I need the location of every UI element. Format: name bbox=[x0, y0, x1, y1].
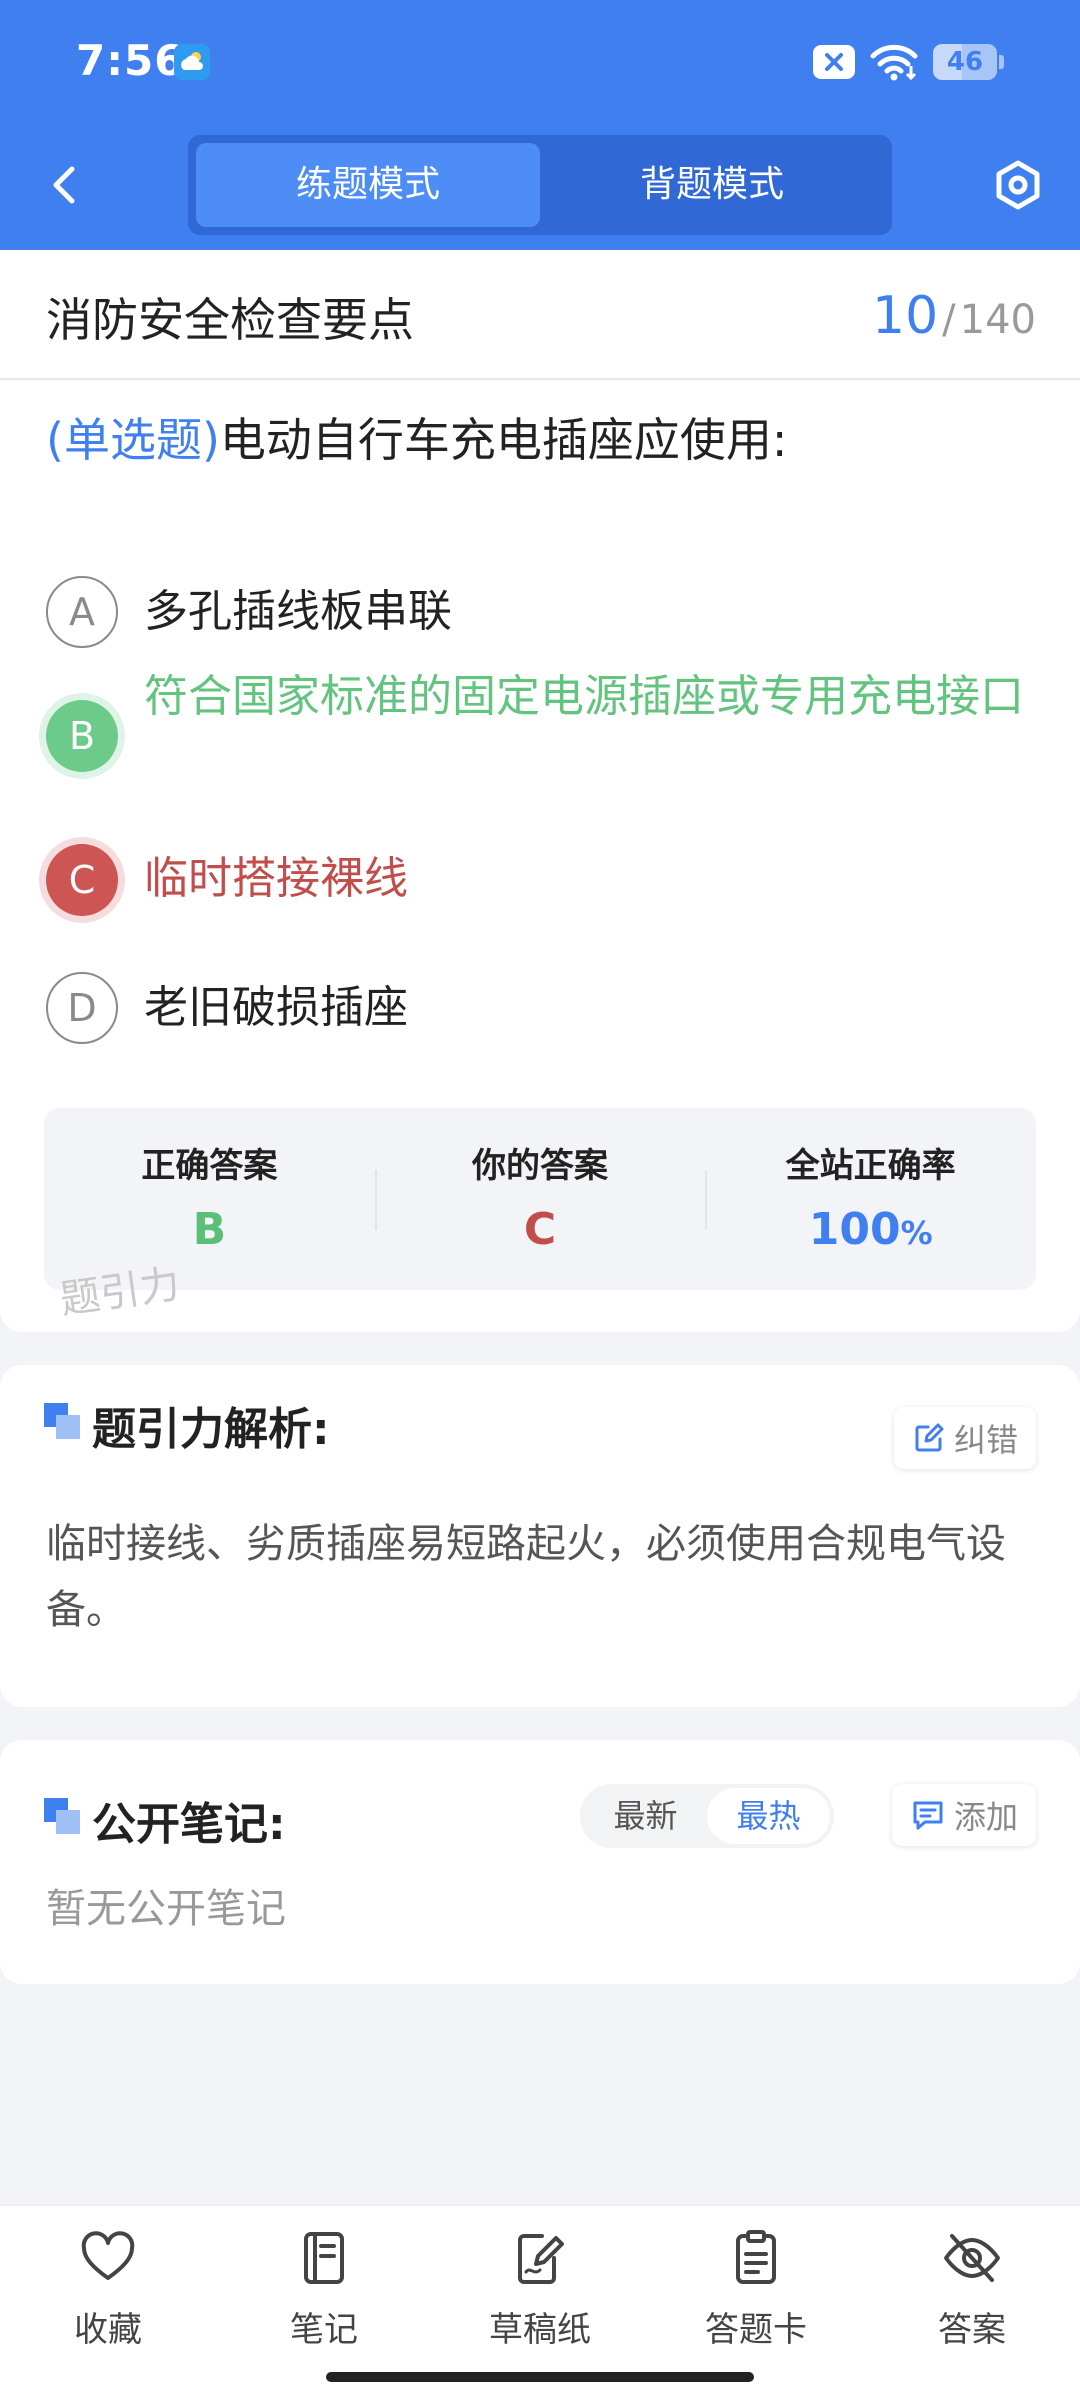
nav-answer-sheet[interactable]: 答题卡 bbox=[656, 2228, 856, 2351]
notes-sort-toggle: 最新 最热 bbox=[580, 1784, 834, 1848]
stat-label: 正确答案 bbox=[141, 1146, 278, 1186]
nav-label: 答案 bbox=[938, 2310, 1006, 2350]
close-notification-icon bbox=[813, 45, 855, 79]
nav-favorite[interactable]: 收藏 bbox=[8, 2228, 208, 2351]
public-notes-card: 公开笔记: 最新 最热 添加 暂无公开笔记 bbox=[0, 1740, 1080, 1984]
question-text: (单选题)电动自行车充电插座应使用: bbox=[46, 408, 1046, 472]
option-letter: C bbox=[46, 844, 118, 916]
add-note-button[interactable]: 添加 bbox=[891, 1784, 1036, 1846]
correct-answer-value: B bbox=[192, 1204, 227, 1255]
accuracy-value: 100% bbox=[705, 1204, 1036, 1255]
notebook-icon bbox=[304, 2232, 344, 2284]
stat-label: 全站正确率 bbox=[785, 1146, 956, 1186]
clipboard-icon bbox=[736, 2230, 776, 2284]
option-text: 多孔插线板串联 bbox=[144, 586, 452, 637]
heart-icon bbox=[81, 2231, 135, 2280]
nav-answer[interactable]: 答案 bbox=[872, 2228, 1072, 2351]
nav-label: 答题卡 bbox=[705, 2310, 807, 2350]
tab-memorize-mode[interactable]: 背题模式 bbox=[540, 143, 884, 227]
section-square-icon bbox=[44, 1403, 84, 1443]
add-note-label: 添加 bbox=[953, 1798, 1018, 1836]
accuracy-number: 100 bbox=[808, 1204, 901, 1255]
status-icons: 46 bbox=[813, 40, 1004, 84]
question-header: 消防安全检查要点 10/140 bbox=[0, 250, 1080, 380]
question-progress: 10/140 bbox=[872, 286, 1036, 346]
notes-title: 公开笔记: bbox=[92, 1799, 286, 1850]
analysis-title: 题引力解析: bbox=[92, 1404, 330, 1455]
battery-icon: 46 bbox=[933, 44, 997, 80]
progress-separator: / bbox=[942, 297, 956, 343]
edit-icon bbox=[915, 1423, 944, 1452]
stat-your-answer: 你的答案 C bbox=[374, 1108, 706, 1290]
tab-practice-mode[interactable]: 练题模式 bbox=[196, 143, 540, 227]
weather-icon bbox=[174, 44, 210, 80]
analysis-text: 临时接线、劣质插座易短路起火，必须使用合规电气设备。 bbox=[46, 1521, 1006, 1633]
question-card: 消防安全检查要点 10/140 (单选题)电动自行车充电插座应使用: A 多孔插… bbox=[0, 250, 1080, 1332]
answer-stats: 正确答案 B 你的答案 C 全站正确率 100% bbox=[44, 1108, 1036, 1290]
nav-notes[interactable]: 笔记 bbox=[224, 2228, 424, 2351]
status-time: 7:56 bbox=[76, 36, 185, 85]
settings-button[interactable] bbox=[990, 155, 1046, 215]
option-letter: D bbox=[46, 972, 118, 1044]
comment-icon bbox=[913, 1801, 943, 1830]
option-letter: A bbox=[46, 576, 118, 648]
sort-latest[interactable]: 最新 bbox=[584, 1788, 707, 1844]
accuracy-unit: % bbox=[900, 1214, 933, 1252]
nav-label: 草稿纸 bbox=[489, 2310, 591, 2350]
report-error-button[interactable]: 纠错 bbox=[893, 1407, 1036, 1469]
nav-label: 笔记 bbox=[290, 2310, 358, 2350]
question-type: (单选题) bbox=[46, 413, 220, 467]
wifi-icon bbox=[870, 44, 918, 81]
total-questions: 140 bbox=[959, 297, 1036, 343]
header: 7:56 46 练题模式 背题模式 bbox=[0, 0, 1080, 250]
home-indicator[interactable] bbox=[326, 2372, 754, 2382]
sort-hottest[interactable]: 最热 bbox=[707, 1788, 830, 1844]
report-error-label: 纠错 bbox=[953, 1421, 1018, 1459]
mode-switch: 练题模式 背题模式 bbox=[188, 135, 892, 235]
draft-icon bbox=[518, 2234, 564, 2284]
stat-site-accuracy: 全站正确率 100% bbox=[705, 1108, 1036, 1290]
option-text: 临时搭接裸线 bbox=[144, 853, 408, 904]
nav-label: 收藏 bbox=[74, 2310, 142, 2350]
battery-tip bbox=[999, 55, 1004, 69]
section-square-icon bbox=[44, 1798, 84, 1838]
app-screen: 7:56 46 练题模式 背题模式 消防安全检查要点 10 / 140 (单选题… bbox=[0, 0, 1080, 2400]
empty-notes-text: 暂无公开笔记 bbox=[46, 1886, 286, 1932]
settings-hexagon-icon bbox=[996, 160, 1040, 210]
status-bar: 7:56 46 bbox=[0, 0, 1080, 128]
current-question-number: 10 bbox=[871, 286, 939, 346]
back-button[interactable] bbox=[40, 155, 90, 215]
your-answer-value: C bbox=[523, 1204, 557, 1255]
stat-label: 你的答案 bbox=[472, 1146, 608, 1186]
nav-draft[interactable]: 草稿纸 bbox=[440, 2228, 640, 2351]
bottom-nav: 收藏 笔记 草稿纸 答题卡 答案 bbox=[0, 2204, 1080, 2400]
battery-level: 46 bbox=[946, 47, 984, 77]
option-text: 老旧破损插座 bbox=[144, 982, 408, 1033]
analysis-card: 题引力解析: 纠错 临时接线、劣质插座易短路起火，必须使用合规电气设备。 bbox=[0, 1365, 1080, 1707]
eye-off-icon bbox=[944, 2234, 1000, 2282]
option-text: 符合国家标准的固定电源插座或专用充电接口 bbox=[144, 671, 1024, 722]
question-stem: 电动自行车充电插座应使用: bbox=[219, 413, 788, 467]
option-letter: B bbox=[46, 700, 118, 772]
chevron-left-icon bbox=[53, 166, 75, 204]
chapter-title: 消防安全检查要点 bbox=[46, 293, 414, 347]
